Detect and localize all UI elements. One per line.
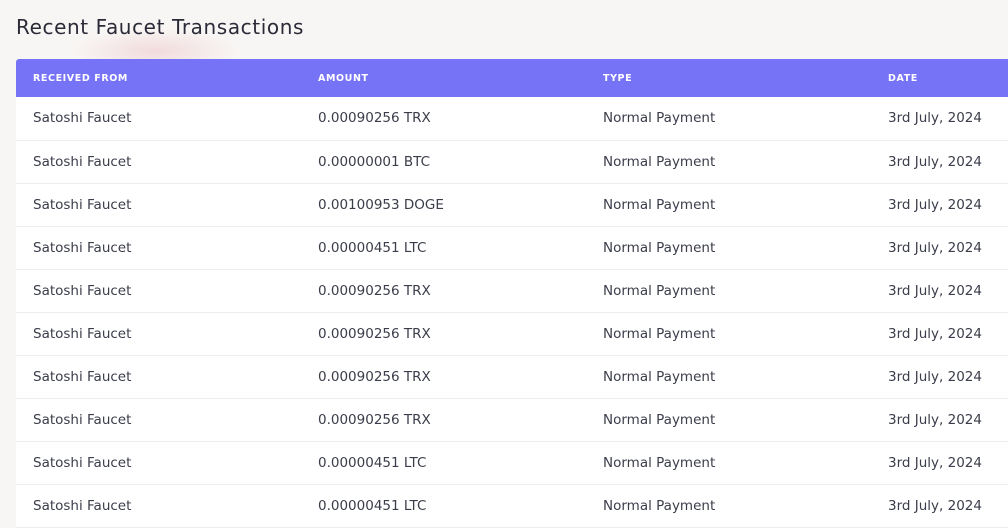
table-row: Satoshi Faucet 0.00000001 BTC Normal Payme… — [16, 140, 1008, 183]
column-header-received-from: RECEIVED FROM — [33, 72, 128, 84]
cell-amount: 0.00090256 TRX — [318, 368, 431, 385]
cell-date: 3rd July, 2024 — [888, 325, 982, 342]
column-header-date: DATE — [888, 72, 918, 84]
cell-amount: 0.00000451 LTC — [318, 497, 427, 514]
cell-date: 3rd July, 2024 — [888, 368, 982, 385]
table-row: Satoshi Faucet 0.00090256 TRX Normal Payme… — [16, 398, 1008, 441]
table-row: Satoshi Faucet 0.00090256 TRX Normal Payme… — [16, 269, 1008, 312]
cell-date: 3rd July, 2024 — [888, 282, 982, 299]
cell-amount: 0.00090256 TRX — [318, 282, 431, 299]
cell-received-from: Satoshi Faucet — [33, 497, 132, 514]
cell-received-from: Satoshi Faucet — [33, 454, 132, 471]
cell-type: Normal Payment — [603, 325, 716, 342]
table-row: Satoshi Faucet 0.00100953 DOGE Normal Paym… — [16, 183, 1008, 226]
cell-date: 3rd July, 2024 — [888, 110, 982, 127]
cell-type: Normal Payment — [603, 196, 716, 213]
cell-type: Normal Payment — [603, 153, 716, 170]
cell-received-from: Satoshi Faucet — [33, 368, 132, 385]
cell-type: Normal Payment — [603, 368, 716, 385]
cell-date: 3rd July, 2024 — [888, 239, 982, 256]
table-row: Satoshi Faucet 0.00090256 TRX Normal Payme… — [16, 355, 1008, 398]
cell-type: Normal Payment — [603, 282, 716, 299]
cell-amount: 0.00090256 TRX — [318, 411, 431, 428]
page: Recent Faucet Transactions RECEIVED FROM… — [0, 0, 1008, 528]
table-header-row: RECEIVED FROM AMOUNT TYPE DATE — [16, 59, 1008, 97]
cell-received-from: Satoshi Faucet — [33, 325, 132, 342]
cell-amount: 0.00000451 LTC — [318, 454, 427, 471]
cell-amount: 0.00100953 DOGE — [318, 196, 444, 213]
cell-received-from: Satoshi Faucet — [33, 196, 132, 213]
table-row: Satoshi Faucet 0.00090256 TRX Normal Payme… — [16, 312, 1008, 355]
cell-type: Normal Payment — [603, 239, 716, 256]
cell-date: 3rd July, 2024 — [888, 196, 982, 213]
cell-date: 3rd July, 2024 — [888, 411, 982, 428]
column-header-type: TYPE — [603, 72, 633, 84]
table-row: Satoshi Faucet 0.00000451 LTC Normal Payme… — [16, 441, 1008, 484]
cell-type: Normal Payment — [603, 454, 716, 471]
cell-type: Normal Payment — [603, 110, 716, 127]
cell-received-from: Satoshi Faucet — [33, 282, 132, 299]
cell-received-from: Satoshi Faucet — [33, 239, 132, 256]
table-row: Satoshi Faucet 0.00090256 TRX Normal Payme… — [16, 97, 1008, 140]
table-header: RECEIVED FROM AMOUNT TYPE DATE — [16, 59, 1008, 97]
table-row: Satoshi Faucet 0.00000451 LTC Normal Payme… — [16, 484, 1008, 527]
cell-received-from: Satoshi Faucet — [33, 153, 132, 170]
column-header-amount: AMOUNT — [318, 72, 369, 84]
table-row: Satoshi Faucet 0.00000451 LTC Normal Payme… — [16, 226, 1008, 269]
cell-amount: 0.00090256 TRX — [318, 110, 431, 127]
table-body: Satoshi Faucet 0.00090256 TRX Normal Payme… — [16, 97, 1008, 527]
cell-received-from: Satoshi Faucet — [33, 411, 132, 428]
transactions-table: RECEIVED FROM AMOUNT TYPE DATE Satoshi F… — [16, 59, 1008, 528]
page-title: Recent Faucet Transactions — [16, 15, 305, 39]
cell-date: 3rd July, 2024 — [888, 153, 982, 170]
cell-date: 3rd July, 2024 — [888, 497, 982, 514]
cell-amount: 0.00000451 LTC — [318, 239, 427, 256]
cell-amount: 0.00000001 BTC — [318, 153, 431, 170]
cell-type: Normal Payment — [603, 497, 716, 514]
cell-date: 3rd July, 2024 — [888, 454, 982, 471]
cell-type: Normal Payment — [603, 411, 716, 428]
cell-received-from: Satoshi Faucet — [33, 110, 132, 127]
cell-amount: 0.00090256 TRX — [318, 325, 431, 342]
